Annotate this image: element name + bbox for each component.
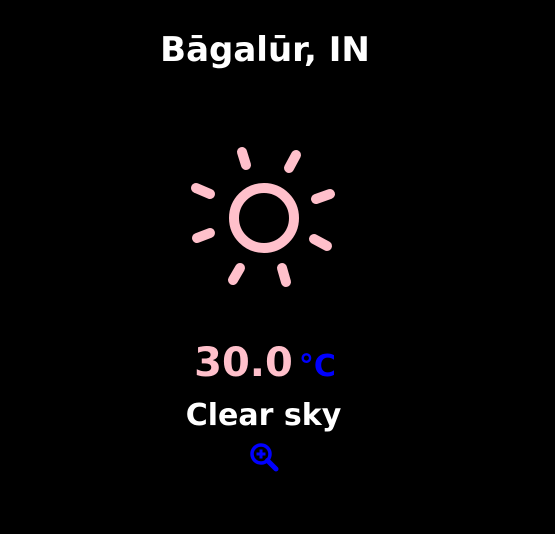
weather-widget: Bāgalūr, IN 30.0 °C Clear sky — [0, 0, 555, 534]
temperature-unit: °C — [298, 349, 336, 384]
location-title: Bāgalūr, IN — [160, 30, 370, 70]
sun-icon — [186, 140, 342, 296]
temperature-value: 30.0 — [194, 340, 293, 386]
temperature-display: 30.0 °C — [0, 340, 530, 386]
zoom-in-icon[interactable] — [249, 442, 281, 474]
weather-condition: Clear sky — [185, 398, 342, 433]
